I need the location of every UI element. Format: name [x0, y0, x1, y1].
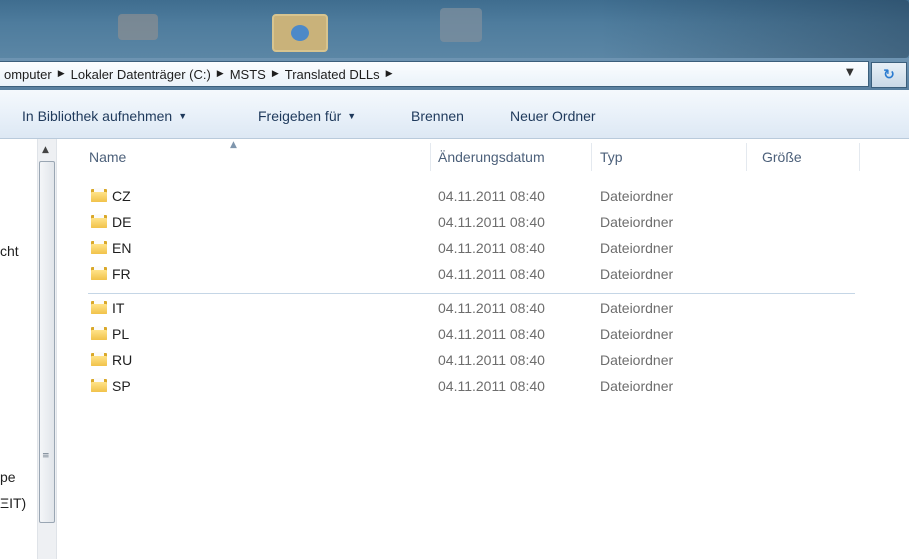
file-name: SP — [112, 378, 131, 394]
file-name: IT — [112, 300, 125, 316]
list-item[interactable]: RU 04.11.2011 08:40 Dateiordner — [88, 348, 888, 372]
file-type: Dateiordner — [600, 352, 674, 368]
column-header-name[interactable]: Name — [89, 149, 126, 165]
include-in-library-button[interactable]: In Bibliothek aufnehmen ▼ — [22, 108, 187, 124]
file-type: Dateiordner — [600, 300, 674, 316]
share-with-button[interactable]: Freigeben für ▼ — [258, 108, 356, 124]
list-item[interactable]: FR 04.11.2011 08:40 Dateiordner — [88, 262, 888, 286]
nav-item[interactable]: ΞIT) — [0, 495, 26, 511]
scroll-grip-icon: ≡ — [42, 451, 50, 461]
file-name: DE — [112, 214, 132, 230]
folder-icon — [91, 188, 107, 202]
background-thumbnail — [272, 14, 328, 52]
file-type: Dateiordner — [600, 326, 674, 342]
navigation-scrollbar[interactable]: ▲ ≡ — [37, 139, 57, 559]
file-date: 04.11.2011 08:40 — [438, 378, 545, 394]
file-date: 04.11.2011 08:40 — [438, 326, 545, 342]
address-bar: omputer ▶ Lokaler Datenträger (C:) ▶ MST… — [0, 58, 909, 90]
breadcrumb-msts[interactable]: MSTS — [226, 67, 270, 82]
background-thumbnail — [118, 14, 158, 40]
list-item[interactable]: PL 04.11.2011 08:40 Dateiordner — [88, 322, 888, 346]
file-type: Dateiordner — [600, 188, 674, 204]
refresh-button[interactable]: ↻ — [871, 62, 907, 88]
folder-icon — [91, 266, 107, 280]
nav-item[interactable]: cht — [0, 243, 19, 259]
nav-item[interactable]: pe — [0, 469, 16, 485]
dropdown-arrow-icon: ▼ — [347, 111, 357, 121]
file-type: Dateiordner — [600, 378, 674, 394]
refresh-icon: ↻ — [883, 67, 895, 83]
column-header-size[interactable]: Größe — [762, 149, 802, 165]
file-type: Dateiordner — [600, 214, 674, 230]
folder-icon — [91, 326, 107, 340]
list-item[interactable]: DE 04.11.2011 08:40 Dateiordner — [88, 210, 888, 234]
window-title-area — [0, 0, 909, 58]
address-box[interactable]: omputer ▶ Lokaler Datenträger (C:) ▶ MST… — [0, 61, 869, 87]
file-type: Dateiordner — [600, 266, 674, 282]
folder-icon — [91, 300, 107, 314]
burn-button[interactable]: Brennen — [411, 108, 464, 124]
insertion-line — [88, 293, 855, 294]
breadcrumb-drive-c[interactable]: Lokaler Datenträger (C:) — [67, 67, 215, 82]
breadcrumb-translated-dlls[interactable]: Translated DLLs — [281, 67, 384, 82]
file-date: 04.11.2011 08:40 — [438, 214, 545, 230]
column-header-type[interactable]: Typ — [600, 149, 623, 165]
chevron-right-icon[interactable]: ▶ — [270, 69, 281, 79]
new-folder-button[interactable]: Neuer Ordner — [510, 108, 596, 124]
share-with-label: Freigeben für — [258, 108, 342, 124]
folder-icon — [91, 352, 107, 366]
file-name: EN — [112, 240, 132, 256]
include-in-library-label: In Bibliothek aufnehmen — [22, 108, 173, 124]
list-item[interactable]: SP 04.11.2011 08:40 Dateiordner — [88, 374, 888, 398]
chevron-right-icon[interactable]: ▶ — [56, 69, 67, 79]
dropdown-arrow-icon: ▼ — [178, 111, 188, 121]
file-type: Dateiordner — [600, 240, 674, 256]
command-bar: In Bibliothek aufnehmen ▼ Freigeben für ▼ … — [0, 90, 909, 139]
address-dropdown-icon[interactable]: ▼ — [846, 67, 854, 78]
folder-icon — [91, 214, 107, 228]
folder-icon — [91, 240, 107, 254]
scrollbar-thumb[interactable] — [39, 161, 55, 523]
file-date: 04.11.2011 08:40 — [438, 240, 545, 256]
breadcrumb-computer[interactable]: omputer — [0, 67, 56, 82]
column-header-date[interactable]: Änderungsdatum — [438, 149, 545, 165]
navigation-pane: cht pe ΞIT) — [0, 139, 37, 559]
column-headers: ▲ Name Änderungsdatum Typ Größe — [56, 139, 909, 175]
file-name: RU — [112, 352, 133, 368]
file-date: 04.11.2011 08:40 — [438, 188, 545, 204]
list-item[interactable]: CZ 04.11.2011 08:40 Dateiordner — [88, 184, 888, 208]
file-date: 04.11.2011 08:40 — [438, 300, 545, 316]
list-item[interactable]: EN 04.11.2011 08:40 Dateiordner — [88, 236, 888, 260]
file-name: CZ — [112, 188, 131, 204]
chevron-right-icon[interactable]: ▶ — [384, 69, 395, 79]
file-date: 04.11.2011 08:40 — [438, 352, 545, 368]
background-thumbnail — [440, 8, 482, 42]
file-name: FR — [112, 266, 131, 282]
list-item[interactable]: IT 04.11.2011 08:40 Dateiordner — [88, 296, 888, 320]
sort-ascending-icon: ▲ — [230, 140, 237, 150]
scroll-up-icon[interactable]: ▲ — [42, 145, 49, 155]
folder-icon — [91, 378, 107, 392]
chevron-right-icon[interactable]: ▶ — [215, 69, 226, 79]
file-date: 04.11.2011 08:40 — [438, 266, 545, 282]
file-name: PL — [112, 326, 130, 342]
